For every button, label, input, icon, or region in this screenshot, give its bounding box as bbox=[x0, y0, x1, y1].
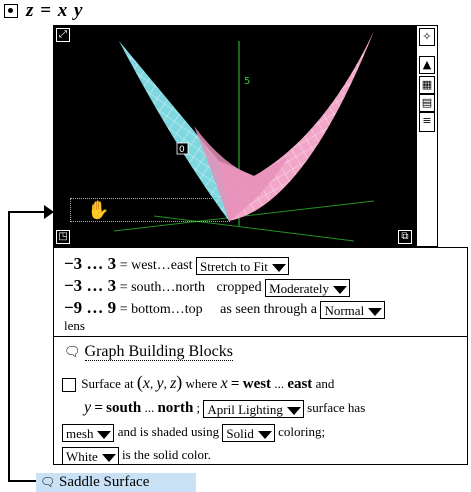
saddle-surface-item[interactable]: 🗨 Saddle Surface bbox=[36, 473, 196, 492]
chevron-down-icon bbox=[333, 285, 347, 294]
building-blocks-heading[interactable]: 🗨 Graph Building Blocks bbox=[64, 343, 233, 361]
speech-bubble-icon: 🗨 bbox=[40, 475, 56, 489]
hand-drag-area[interactable]: ✋ bbox=[70, 198, 230, 222]
equation-title: z = x y bbox=[26, 0, 84, 21]
bracket-top bbox=[8, 211, 48, 213]
speech-bubble-icon: 🗨 bbox=[64, 345, 81, 360]
graph-toolbar: ✧ ▲ ▦ ▤ ≡ bbox=[416, 25, 438, 247]
copy-icon[interactable]: ⧉ bbox=[398, 230, 412, 244]
bracket-connector bbox=[8, 211, 10, 481]
chevron-down-icon bbox=[271, 263, 286, 272]
wand-icon[interactable]: ✧ bbox=[419, 28, 435, 46]
surface-description: Surface at (x, y, z) where x = west ... … bbox=[62, 371, 458, 466]
z-range-row: −9 … 9 = bottom…top as seen through a No… bbox=[64, 298, 386, 319]
graph-building-blocks: 🗨 Graph Building Blocks Surface at (x, y… bbox=[53, 337, 468, 466]
chevron-down-icon bbox=[368, 307, 383, 316]
axis-tick-label: 5 bbox=[244, 76, 250, 87]
document-icon[interactable]: ≡ bbox=[419, 112, 435, 132]
bracket-bottom bbox=[8, 480, 36, 482]
stretch-dropdown[interactable]: Stretch to Fit bbox=[196, 256, 289, 275]
svg-text:0: 0 bbox=[179, 145, 185, 155]
chevron-down-icon bbox=[286, 407, 301, 416]
table-icon[interactable]: ▤ bbox=[419, 94, 435, 112]
lighting-dropdown[interactable]: April Lighting bbox=[203, 400, 304, 419]
corner-menu-icon[interactable]: ◳ bbox=[56, 230, 70, 244]
crop-dropdown[interactable]: Moderately bbox=[265, 278, 350, 297]
x-range-row: −3 … 3 = west…east Stretch to Fit bbox=[64, 254, 289, 275]
grid-icon[interactable]: ▦ bbox=[419, 76, 435, 94]
lens-label: lens bbox=[64, 318, 85, 333]
mesh-dropdown[interactable]: mesh bbox=[62, 424, 115, 443]
title-checkbox[interactable] bbox=[4, 4, 18, 18]
shading-dropdown[interactable]: Solid bbox=[222, 424, 275, 443]
chevron-down-icon bbox=[101, 454, 116, 463]
graph-canvas[interactable]: 5 0 ⤢ ◳ ⧉ ✋ bbox=[53, 25, 416, 247]
range-controls: −3 … 3 = west…east Stretch to Fit −3 … 3… bbox=[53, 247, 468, 337]
lens-dropdown[interactable]: Normal bbox=[320, 300, 386, 319]
resize-icon[interactable]: ⤢ bbox=[56, 28, 70, 42]
arrow-right-icon bbox=[44, 205, 54, 219]
cone-icon[interactable]: ▲ bbox=[419, 56, 435, 74]
surface-icon bbox=[62, 378, 76, 393]
chevron-down-icon bbox=[97, 431, 112, 440]
color-dropdown[interactable]: White bbox=[62, 447, 119, 466]
y-range-row: −3 … 3 = south…north cropped Moderately bbox=[64, 276, 350, 297]
hand-icon: ✋ bbox=[87, 200, 110, 220]
chevron-down-icon bbox=[257, 431, 272, 440]
